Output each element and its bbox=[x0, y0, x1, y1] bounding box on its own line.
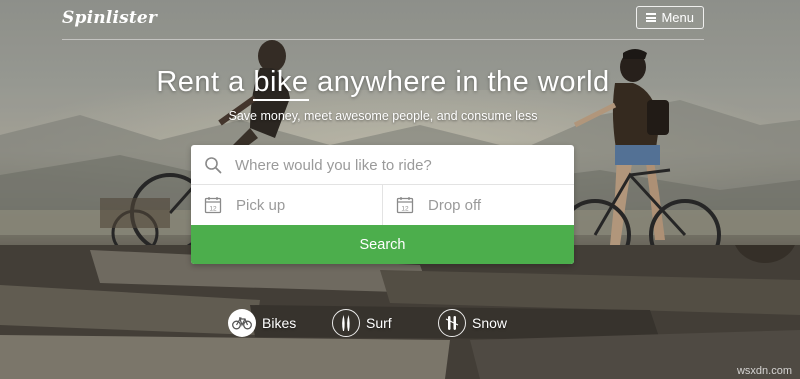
dropoff-input[interactable] bbox=[428, 194, 568, 216]
bike-icon bbox=[228, 309, 256, 337]
category-snow[interactable]: Snow bbox=[438, 308, 507, 338]
date-row: 12 12 bbox=[191, 185, 574, 225]
calendar-icon: 12 bbox=[396, 197, 414, 214]
category-label-bikes: Bikes bbox=[262, 315, 297, 331]
calendar-icon: 12 bbox=[204, 197, 222, 214]
dropoff-cell[interactable]: 12 bbox=[383, 185, 574, 225]
search-button[interactable]: Search bbox=[191, 225, 574, 264]
menu-button[interactable]: Menu bbox=[636, 6, 704, 29]
category-bikes[interactable]: Bikes bbox=[228, 308, 296, 338]
ski-icon bbox=[438, 309, 466, 337]
headline-post: anywhere in the world bbox=[308, 66, 610, 98]
hero-headline: Rent a bike anywhere in the world bbox=[0, 66, 766, 101]
category-surf[interactable]: Surf bbox=[332, 308, 392, 338]
search-card: 12 12 Search bbox=[191, 145, 574, 264]
where-input[interactable] bbox=[235, 153, 565, 177]
search-icon bbox=[205, 157, 222, 174]
category-nav: Bikes Surf Snow bbox=[0, 308, 800, 340]
menu-button-label: Menu bbox=[661, 10, 694, 25]
calendar-day: 12 bbox=[401, 205, 409, 212]
headline-accent: bike bbox=[253, 66, 309, 101]
calendar-day: 12 bbox=[209, 205, 217, 212]
watermark: wsxdn.com bbox=[736, 365, 792, 377]
surfboard-icon bbox=[332, 309, 360, 337]
brand-logo[interactable]: Spinlister bbox=[62, 8, 157, 28]
hamburger-icon bbox=[646, 13, 657, 22]
headline-pre: Rent a bbox=[156, 66, 254, 98]
top-nav: Spinlister Menu bbox=[62, 0, 704, 40]
pickup-input[interactable] bbox=[236, 194, 376, 216]
hero-subline: Save money, meet awesome people, and con… bbox=[228, 109, 538, 123]
where-row bbox=[191, 145, 574, 185]
category-label-snow: Snow bbox=[472, 315, 508, 331]
pickup-cell[interactable]: 12 bbox=[191, 185, 383, 225]
category-label-surf: Surf bbox=[366, 315, 392, 331]
